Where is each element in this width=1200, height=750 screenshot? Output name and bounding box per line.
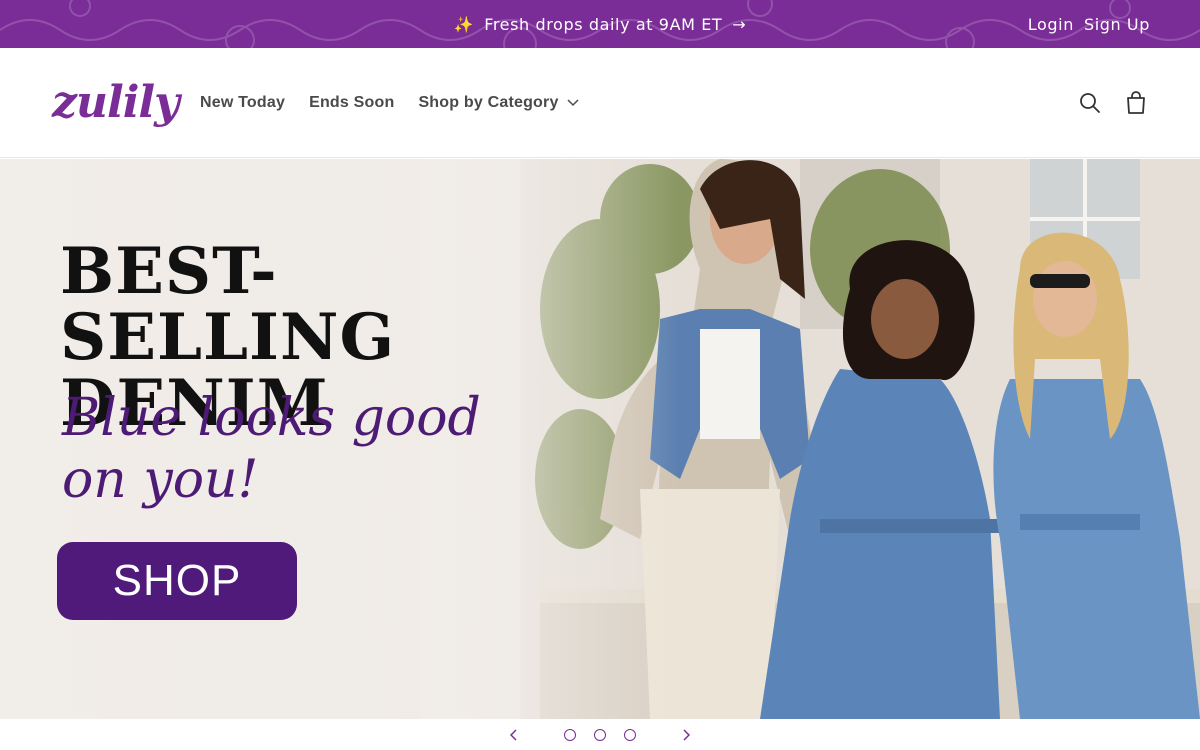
nav-new-today[interactable]: New Today xyxy=(200,94,285,112)
slide-dot-1[interactable] xyxy=(564,728,576,741)
signup-link[interactable]: Sign Up xyxy=(1084,15,1150,34)
announcement-link[interactable]: ✨ Fresh drops daily at 9AM ET → xyxy=(0,0,1200,48)
header-icons xyxy=(1078,48,1148,158)
shop-button[interactable]: SHOP xyxy=(57,542,297,620)
announcement-bar: ✨ Fresh drops daily at 9AM ET → Login Si… xyxy=(0,0,1200,48)
sparkle-icon: ✨ xyxy=(453,14,475,34)
hero-title-line: BEST-SELLING xyxy=(60,234,396,375)
hero-banner[interactable]: BEST-SELLING DENIM Blue looks good on yo… xyxy=(0,159,1200,719)
nav-shop-by-category[interactable]: Shop by Category xyxy=(418,94,579,112)
chevron-left-icon[interactable] xyxy=(504,725,524,745)
slider-dots xyxy=(564,728,636,741)
account-links: Login Sign Up xyxy=(1028,0,1150,48)
site-header: zulily New Today Ends Soon Shop by Categ… xyxy=(0,48,1200,158)
slide-dot-3[interactable] xyxy=(624,728,636,741)
chevron-down-icon xyxy=(567,99,579,107)
nav-label: Shop by Category xyxy=(418,94,559,111)
logo-text: zulily xyxy=(52,76,180,128)
search-icon[interactable] xyxy=(1078,91,1102,115)
slider-controls xyxy=(0,719,1200,750)
nav-label: Ends Soon xyxy=(309,94,395,111)
login-link[interactable]: Login xyxy=(1028,15,1074,34)
zulily-logo[interactable]: zulily xyxy=(52,72,180,132)
main-nav: New Today Ends Soon Shop by Category xyxy=(200,48,579,158)
chevron-right-icon[interactable] xyxy=(676,725,696,745)
nav-label: New Today xyxy=(200,94,286,111)
arrow-right-icon: → xyxy=(732,14,747,34)
announcement-text: Fresh drops daily at 9AM ET xyxy=(484,14,723,34)
hero-subtitle-line: Blue looks good xyxy=(62,388,481,448)
slide-dot-2[interactable] xyxy=(594,728,606,741)
hero-subtitle-line: on you! xyxy=(62,450,259,510)
cart-icon[interactable] xyxy=(1124,91,1148,115)
hero-subtitle: Blue looks good on you! xyxy=(62,387,482,511)
nav-ends-soon[interactable]: Ends Soon xyxy=(309,94,394,112)
